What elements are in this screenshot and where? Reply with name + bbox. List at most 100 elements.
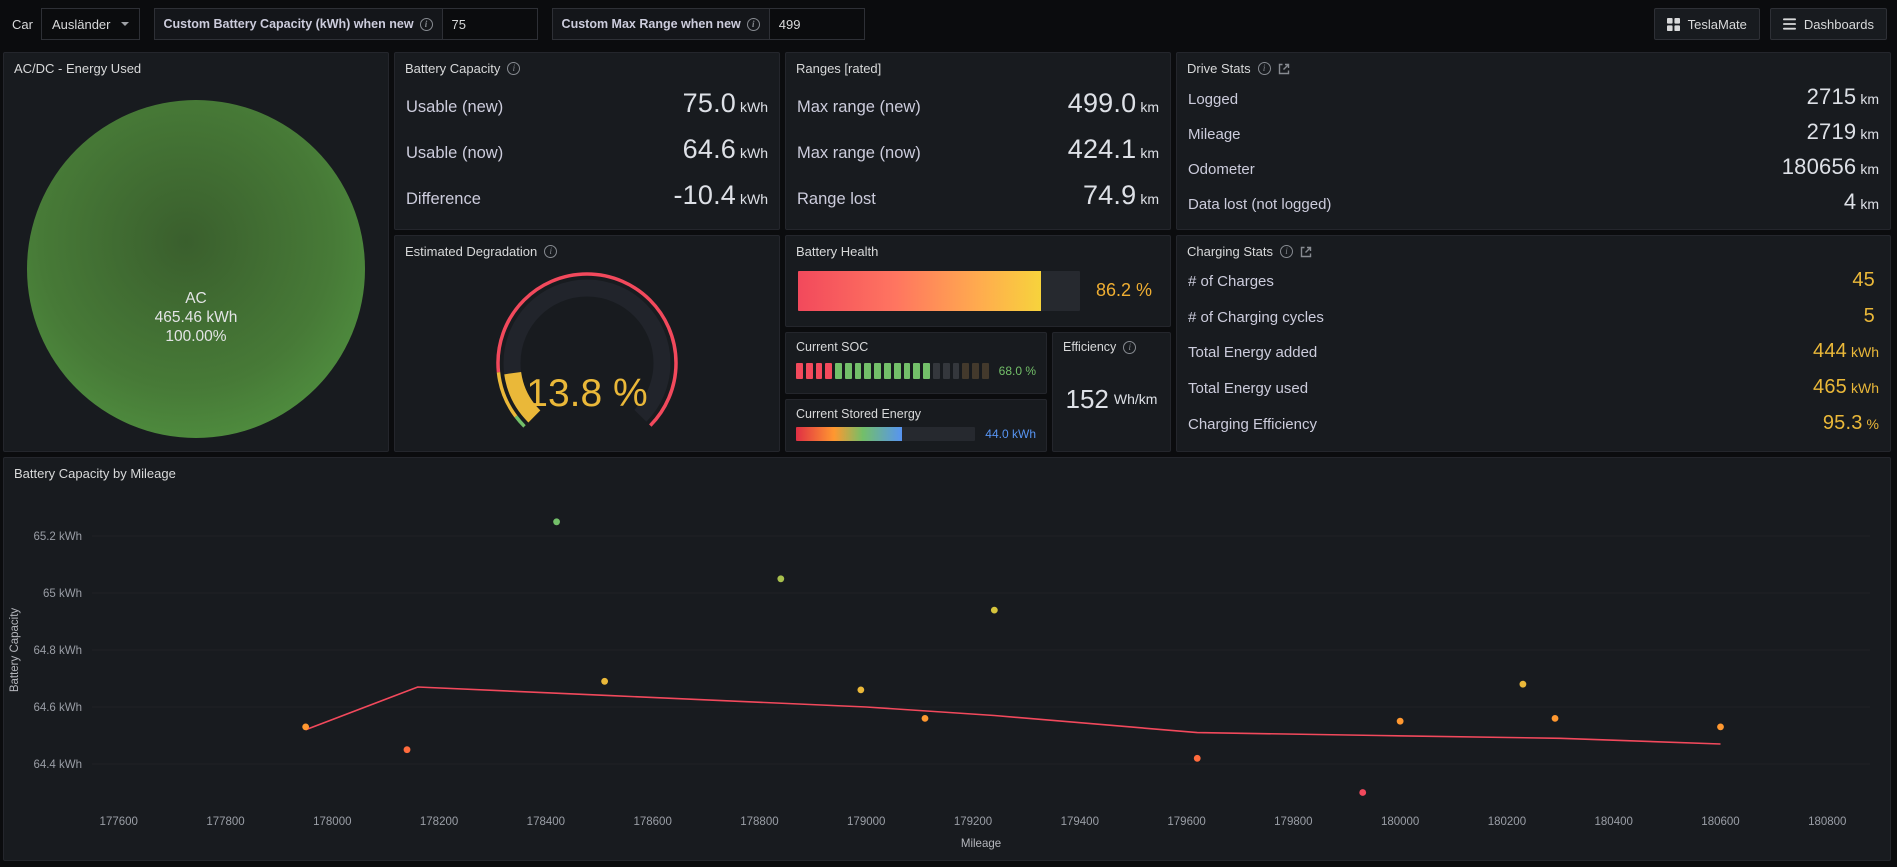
panel-mileage-chart-header[interactable]: Battery Capacity by Mileage (4, 458, 1890, 485)
stat-label: Difference (406, 190, 481, 209)
stat-label: Range lost (797, 190, 876, 209)
stat-label: Max range (now) (797, 144, 921, 163)
soc-cell (933, 363, 940, 379)
stat-row: # of Charging cycles 5 (1188, 305, 1879, 328)
svg-text:64.6 kWh: 64.6 kWh (33, 702, 82, 714)
battery-capacity-input[interactable] (442, 8, 538, 40)
stat-value: 64.6 (683, 134, 736, 165)
svg-text:65 kWh: 65 kWh (43, 588, 82, 600)
stat-row: Range lost 74.9km (797, 180, 1159, 211)
stat-value: 424.1 (1068, 134, 1137, 165)
car-select-value: Ausländer (52, 17, 111, 32)
stat-row: Total Energy used 465kWh (1188, 376, 1879, 399)
dashboards-button-label: Dashboards (1804, 17, 1874, 32)
soc-cell (962, 363, 969, 379)
panel-title: Drive Stats (1187, 61, 1251, 76)
panel-title: Current Stored Energy (796, 407, 921, 421)
info-icon[interactable]: i (1123, 341, 1136, 354)
soc-cell (864, 363, 871, 379)
info-icon[interactable]: i (747, 18, 760, 31)
panel-battery-capacity-header[interactable]: Battery Capacity i (395, 53, 779, 80)
stat-label: # of Charges (1188, 273, 1274, 290)
dashboards-list-icon (1783, 18, 1796, 30)
stat-label: Odometer (1188, 161, 1255, 178)
soc-cell (923, 363, 930, 379)
pie-slice-ac[interactable]: AC 465.46 kWh 100.00% (27, 100, 365, 438)
panel-acdc-energy: AC/DC - Energy Used AC 465.46 kWh 100.00… (3, 52, 389, 452)
info-icon[interactable]: i (1280, 245, 1293, 258)
panel-current-soc-header[interactable]: Current SOC (786, 333, 1046, 357)
external-link-icon[interactable] (1300, 246, 1312, 258)
panel-title: AC/DC - Energy Used (14, 61, 141, 76)
info-icon[interactable]: i (544, 245, 557, 258)
soc-cell (816, 363, 823, 379)
apps-grid-icon (1667, 18, 1680, 31)
stat-row: Data lost (not logged) 4km (1188, 189, 1879, 215)
soc-cell (972, 363, 979, 379)
external-link-icon[interactable] (1278, 63, 1290, 75)
panel-title: Battery Health (796, 244, 878, 259)
soc-cell (855, 363, 862, 379)
stat-unit: kWh (1851, 344, 1879, 360)
panel-acdc-header[interactable]: AC/DC - Energy Used (4, 53, 388, 80)
panel-current-soc: Current SOC 68.0 % (785, 332, 1047, 394)
max-range-variable: Custom Max Range when new i (552, 8, 865, 40)
svg-text:180800: 180800 (1808, 816, 1846, 828)
car-select[interactable]: Ausländer (41, 8, 140, 40)
mileage-chart-svg[interactable]: 64.4 kWh64.6 kWh64.8 kWh65 kWh65.2 kWh17… (4, 485, 1890, 857)
battery-health-body: 86.2 % (786, 263, 1170, 326)
stat-row: Difference -10.4kWh (406, 180, 768, 211)
panel-efficiency-header[interactable]: Efficiency i (1053, 333, 1170, 357)
svg-text:177800: 177800 (206, 816, 244, 828)
stat-label: Total Energy added (1188, 344, 1317, 361)
panel-title: Battery Capacity (405, 61, 500, 76)
stat-unit: km (1860, 91, 1879, 107)
degradation-gauge-svg: 13.8 % (397, 263, 777, 447)
svg-text:179400: 179400 (1061, 816, 1099, 828)
stat-row: Charging Efficiency 95.3% (1188, 412, 1879, 435)
svg-text:177600: 177600 (100, 816, 138, 828)
teslamate-button-label: TeslaMate (1688, 17, 1747, 32)
soc-cell (904, 363, 911, 379)
panel-charging-stats-header[interactable]: Charging Stats i (1177, 236, 1890, 263)
stat-unit: km (1860, 196, 1879, 212)
stat-label: Usable (now) (406, 144, 503, 163)
stat-label: Logged (1188, 91, 1238, 108)
stat-unit: km (1140, 191, 1159, 207)
panel-stored-energy-header[interactable]: Current Stored Energy (786, 400, 1046, 424)
svg-text:179600: 179600 (1167, 816, 1205, 828)
stat-row: Usable (now) 64.6kWh (406, 134, 768, 165)
soc-cells (796, 363, 989, 379)
svg-text:178800: 178800 (740, 816, 778, 828)
panel-charging-stats: Charging Stats i # of Charges 45 # of Ch… (1176, 235, 1891, 452)
stat-value: 444 (1813, 340, 1847, 363)
info-icon[interactable]: i (1258, 62, 1271, 75)
variables-bar: Car Ausländer Custom Battery Capacity (k… (10, 8, 1640, 40)
info-icon[interactable]: i (420, 18, 433, 31)
soc-cell (874, 363, 881, 379)
stat-unit: km (1860, 161, 1879, 177)
svg-text:178200: 178200 (420, 816, 458, 828)
stat-row: Logged 2715km (1188, 84, 1879, 110)
stat-unit: km (1140, 145, 1159, 161)
stat-row: Max range (now) 424.1km (797, 134, 1159, 165)
soc-cell (835, 363, 842, 379)
efficiency-body: 152 Wh/km (1053, 357, 1170, 451)
panel-drive-stats-header[interactable]: Drive Stats i (1177, 53, 1890, 80)
svg-text:178000: 178000 (313, 816, 351, 828)
panel-ranges-header[interactable]: Ranges [rated] (786, 53, 1170, 80)
teslamate-button[interactable]: TeslaMate (1654, 8, 1760, 40)
svg-text:180000: 180000 (1381, 816, 1419, 828)
svg-text:178600: 178600 (633, 816, 671, 828)
top-bar-links: TeslaMate Dashboards (1654, 8, 1887, 40)
panel-battery-health-header[interactable]: Battery Health (786, 236, 1170, 263)
info-icon[interactable]: i (507, 62, 520, 75)
svg-text:Mileage: Mileage (961, 838, 1001, 850)
middle-column: Battery Health 86.2 % Current SOC 68.0 % (785, 235, 1171, 452)
panel-title: Ranges [rated] (796, 61, 881, 76)
pie-label-name: AC (27, 289, 365, 308)
max-range-input[interactable] (769, 8, 865, 40)
svg-text:Battery Capacity: Battery Capacity (9, 608, 21, 693)
dashboards-button[interactable]: Dashboards (1770, 8, 1887, 40)
panel-degradation-header[interactable]: Estimated Degradation i (395, 236, 779, 263)
